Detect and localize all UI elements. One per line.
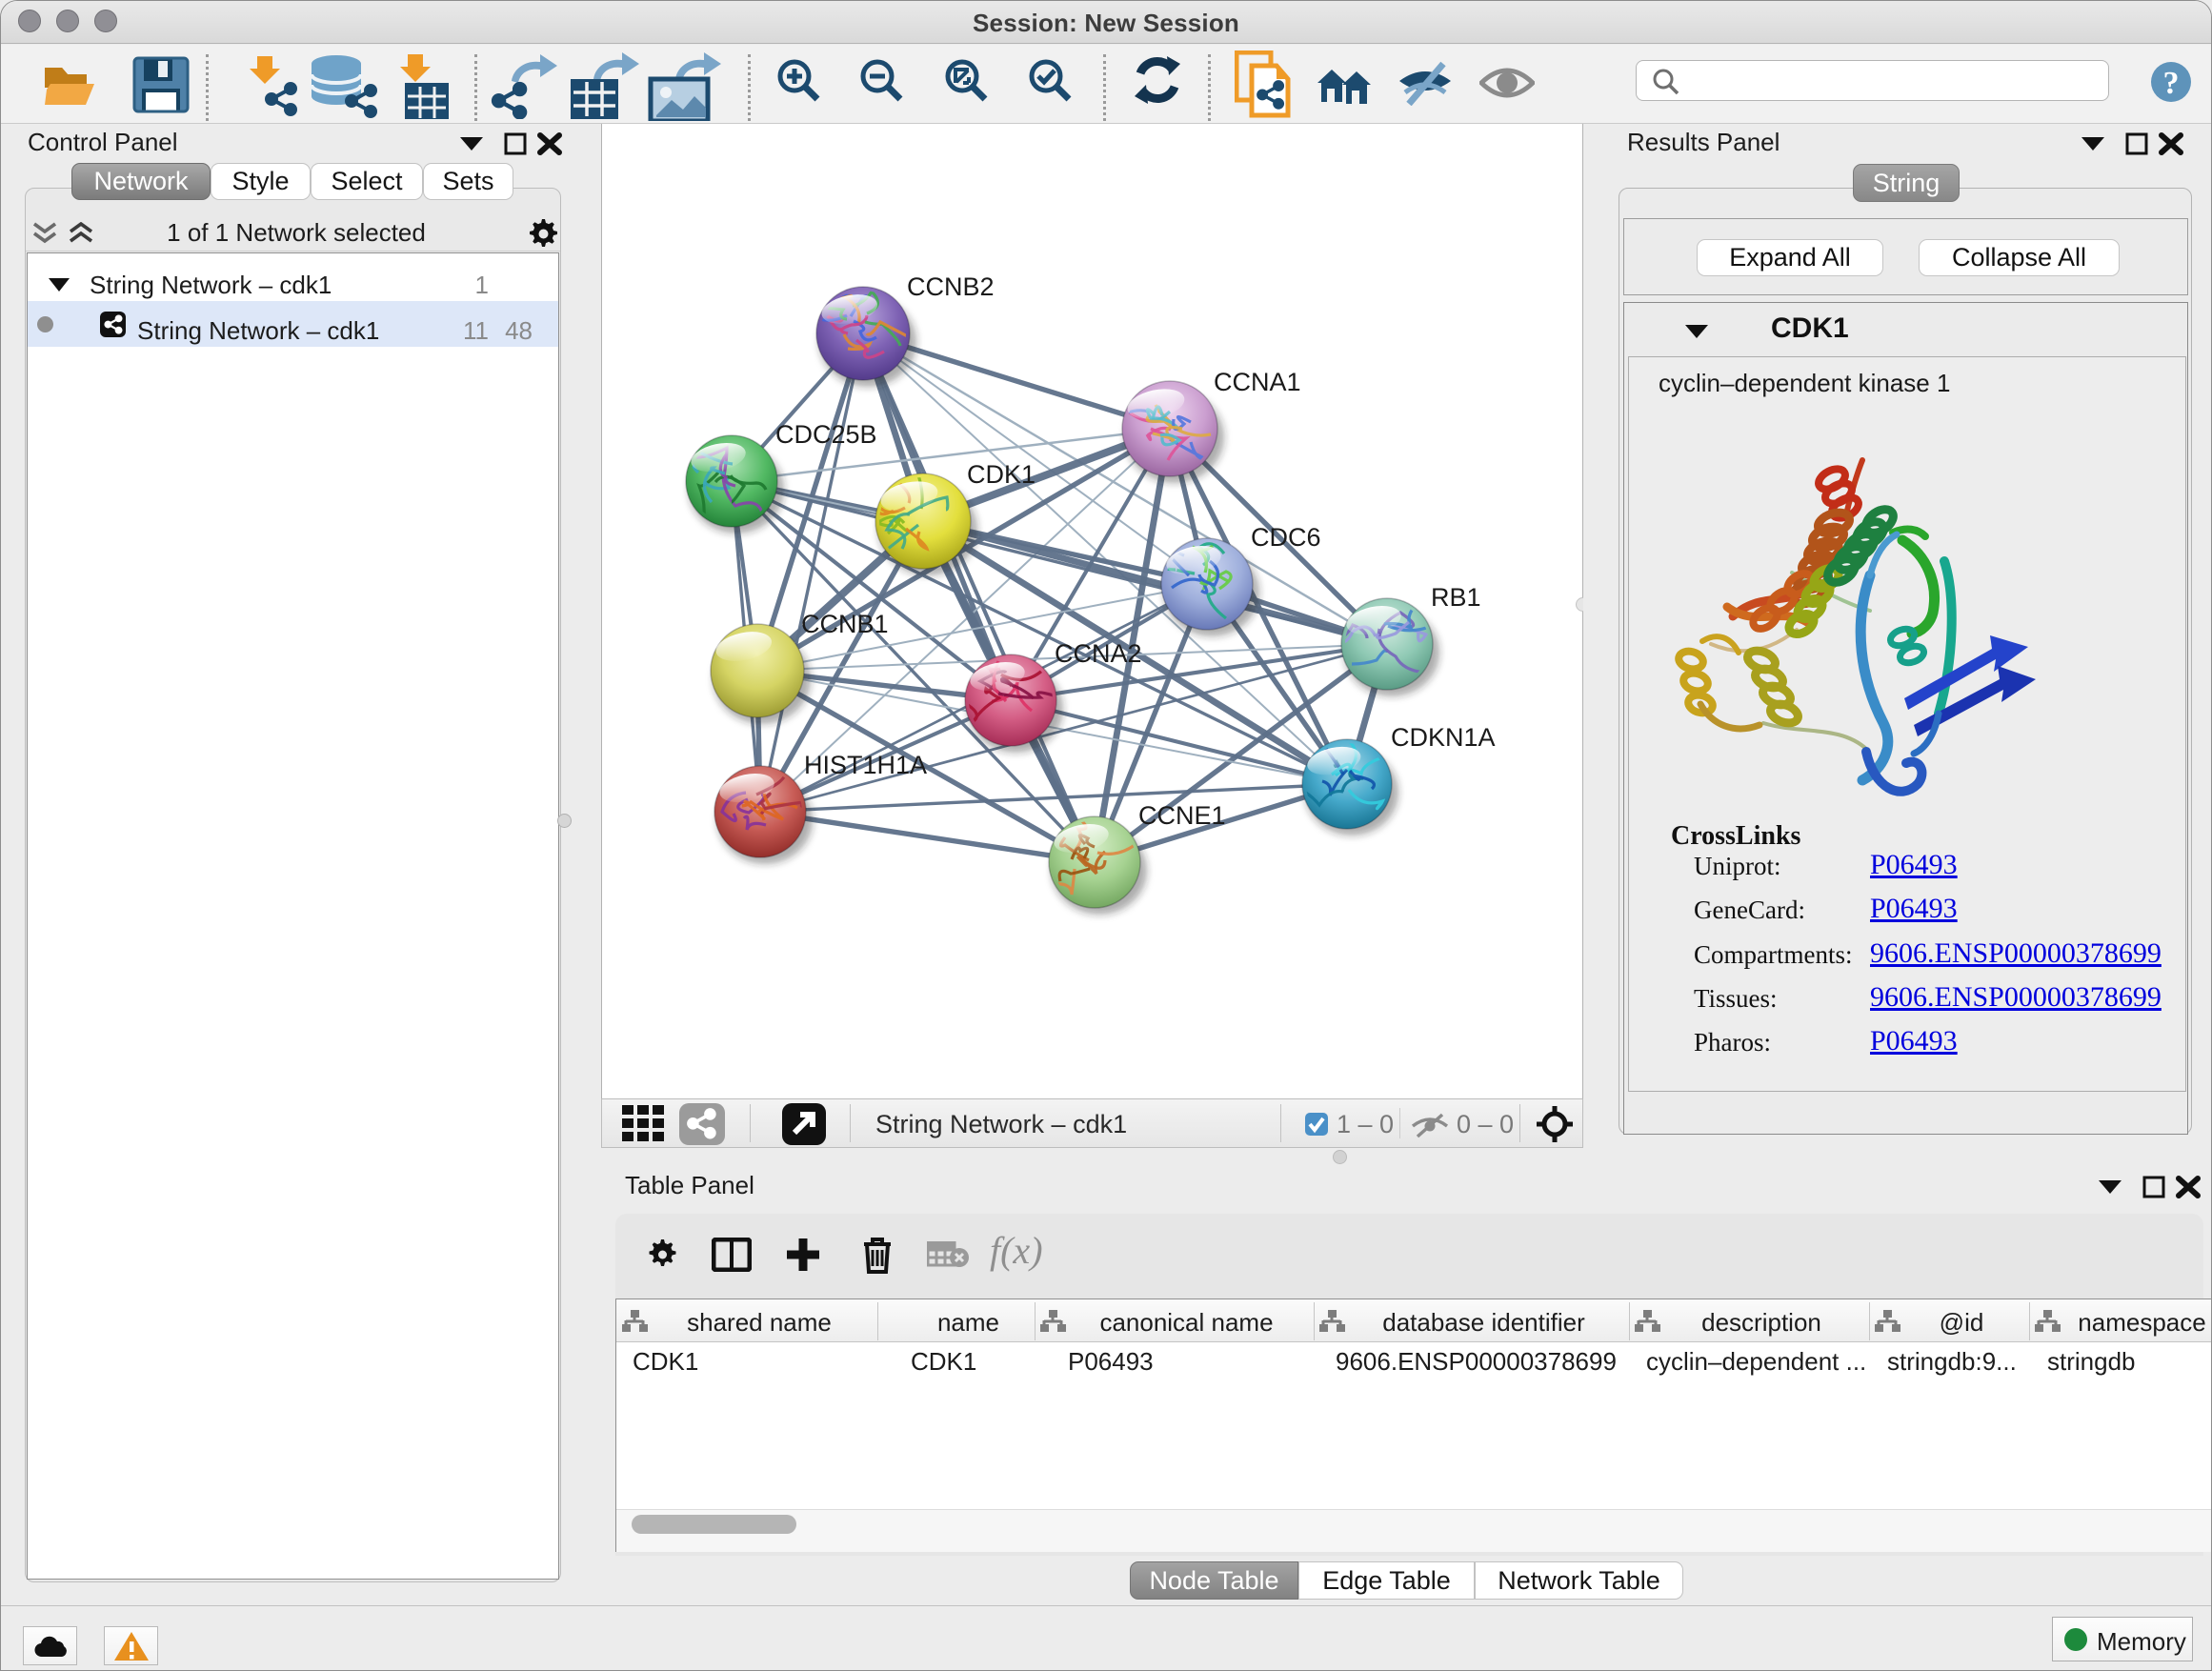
svg-text:RB1: RB1 bbox=[1431, 583, 1481, 612]
svg-text:CDC6: CDC6 bbox=[1251, 523, 1321, 552]
svg-text:HIST1H1A: HIST1H1A bbox=[804, 751, 927, 779]
svg-text:CDC25B: CDC25B bbox=[775, 420, 877, 449]
svg-text:CDKN1A: CDKN1A bbox=[1391, 723, 1496, 752]
svg-text:CCNA2: CCNA2 bbox=[1055, 639, 1142, 668]
svg-text:CCNA1: CCNA1 bbox=[1214, 368, 1301, 396]
svg-text:CCNE1: CCNE1 bbox=[1138, 801, 1226, 830]
svg-text:CCNB1: CCNB1 bbox=[801, 610, 889, 638]
svg-text:CCNB2: CCNB2 bbox=[907, 272, 995, 301]
svg-text:?: ? bbox=[2163, 66, 2180, 101]
svg-text:CDK1: CDK1 bbox=[967, 460, 1036, 489]
